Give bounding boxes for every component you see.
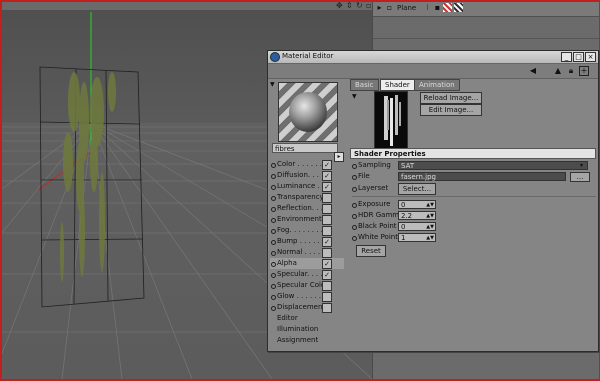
material-tag-icon[interactable]: [443, 3, 452, 12]
close-icon[interactable]: ×: [585, 52, 596, 62]
channel-diffusion[interactable]: Diffusion. . . . . ✓: [270, 170, 344, 181]
preview-menu-icon[interactable]: ▼: [270, 81, 275, 88]
separator: [352, 196, 596, 197]
item-editor[interactable]: Editor: [270, 313, 344, 324]
new-window-icon[interactable]: +: [579, 66, 589, 76]
layerset-row: Layerset Select...: [352, 183, 596, 195]
item-illumination[interactable]: Illumination: [270, 324, 344, 335]
browse-file-button[interactable]: ...: [570, 172, 590, 182]
channel-alpha[interactable]: Alpha ✓: [270, 258, 344, 269]
channel-transparency[interactable]: Transparency: [270, 192, 344, 203]
white-point-input[interactable]: 1 ▲▼: [398, 233, 436, 242]
channel-bump[interactable]: Bump . . . . . . ✓: [270, 236, 344, 247]
white-point-row: White Point 1 ▲▼: [352, 232, 596, 243]
maximize-icon[interactable]: □: [573, 52, 584, 62]
app-icon: [270, 52, 280, 62]
file-field[interactable]: fasern.jpg: [398, 172, 566, 181]
material-sidebar: ▼ fibres ▸ Color . . . . . . ✓ Diffusion.…: [270, 79, 344, 349]
file-row: File fasern.jpg ...: [352, 171, 596, 182]
sampling-row: Sampling SAT ▾: [352, 160, 596, 171]
hdr-gamma-input[interactable]: 2.2 ▲▼: [398, 211, 436, 220]
exposure-input[interactable]: 0 ▲▼: [398, 200, 436, 209]
material-preview[interactable]: [278, 82, 338, 142]
window-titlebar[interactable]: Material Editor _ □ ×: [268, 51, 598, 64]
layerset-select-button[interactable]: Select...: [398, 183, 436, 195]
exposure-row: Exposure 0 ▲▼: [352, 199, 596, 210]
arrow-up-icon[interactable]: ▲: [553, 66, 563, 75]
shader-thumbnail[interactable]: [374, 91, 408, 149]
channel-environment[interactable]: Environment: [270, 214, 344, 225]
channel-checkbox[interactable]: ✓: [322, 171, 332, 181]
preview-sphere: [289, 92, 327, 132]
channel-fog[interactable]: Fog. . . . . . . .: [270, 225, 344, 236]
sampling-select[interactable]: SAT: [398, 161, 588, 170]
channel-checkbox[interactable]: [322, 193, 332, 203]
reset-button[interactable]: Reset: [356, 245, 386, 257]
channel-normal[interactable]: Normal . . . . .: [270, 247, 344, 258]
item-assignment[interactable]: Assignment: [270, 335, 344, 346]
spinner-icon[interactable]: ▲▼: [426, 234, 434, 243]
black-point-row: Black Point 0 ▲▼: [352, 221, 596, 232]
tab-animation[interactable]: Animation: [414, 79, 460, 91]
tag-icon[interactable]: ▪: [433, 3, 442, 12]
texture-tag-icon[interactable]: [454, 3, 463, 12]
channel-color[interactable]: Color . . . . . . ✓: [270, 159, 344, 170]
channel-specular[interactable]: Specular. . . . . ✓: [270, 269, 344, 280]
shader-preview: ▼: [350, 91, 412, 151]
channel-checkbox[interactable]: [322, 226, 332, 236]
chevron-down-icon[interactable]: ▾: [580, 160, 583, 171]
channel-checkbox[interactable]: [322, 303, 332, 313]
expand-icon[interactable]: ▸: [375, 3, 384, 12]
channel-glow[interactable]: Glow . . . . . .: [270, 291, 344, 302]
edit-image-button[interactable]: Edit Image...: [420, 104, 482, 116]
channel-checkbox[interactable]: [322, 204, 332, 214]
channel-checkbox[interactable]: ✓: [322, 259, 332, 269]
tab-shader[interactable]: Shader: [380, 79, 415, 91]
material-editor-window: Material Editor _ □ × ◀ ▲ 🔒︎ + ▼ fibres …: [267, 50, 599, 352]
channel-checkbox[interactable]: [322, 215, 332, 225]
black-point-input[interactable]: 0 ▲▼: [398, 222, 436, 231]
layer-icon[interactable]: ▫: [385, 3, 394, 12]
channel-checkbox[interactable]: ✓: [322, 237, 332, 247]
minimize-icon[interactable]: _: [561, 52, 572, 62]
spinner-icon[interactable]: ▲▼: [426, 201, 434, 210]
channel-checkbox[interactable]: [322, 292, 332, 302]
channel-displacement[interactable]: Displacement: [270, 302, 344, 313]
channel-checkbox[interactable]: [322, 248, 332, 258]
panel-divider: [373, 38, 599, 39]
lock-icon[interactable]: 🔒︎: [566, 66, 576, 75]
window-title: Material Editor: [282, 52, 334, 60]
channel-checkbox[interactable]: ✓: [322, 270, 332, 280]
channel-checkbox[interactable]: ✓: [322, 160, 332, 170]
spinner-icon[interactable]: ▲▼: [426, 212, 434, 221]
spinner-icon[interactable]: ▲▼: [426, 223, 434, 232]
material-name-field[interactable]: fibres: [272, 143, 338, 153]
channel-specular-color[interactable]: Specular Color: [270, 280, 344, 291]
shader-preview-menu-icon[interactable]: ▼: [352, 93, 357, 100]
channel-reflection[interactable]: Reflection. . . .: [270, 203, 344, 214]
object-manager-toolbar: ▸ ▫ Plane ⁝ ▪: [373, 2, 599, 17]
hdr-gamma-row: HDR Gamma 2.2 ▲▼: [352, 210, 596, 221]
arrow-left-icon[interactable]: ◀: [528, 66, 538, 75]
visibility-dots-icon[interactable]: ⁝: [423, 3, 432, 12]
object-name[interactable]: Plane: [397, 4, 416, 12]
channel-checkbox[interactable]: ✓: [322, 182, 332, 192]
channel-checkbox[interactable]: [322, 281, 332, 291]
tab-basic[interactable]: Basic: [350, 79, 379, 91]
editor-toolbar: ◀ ▲ 🔒︎ +: [268, 64, 598, 79]
reload-image-button[interactable]: Reload Image...: [420, 92, 482, 104]
channel-list: Color . . . . . . ✓ Diffusion. . . . . ✓ L…: [270, 159, 344, 346]
channel-luminance[interactable]: Luminance . . . ✓: [270, 181, 344, 192]
shader-properties-header: Shader Properties: [350, 148, 596, 159]
